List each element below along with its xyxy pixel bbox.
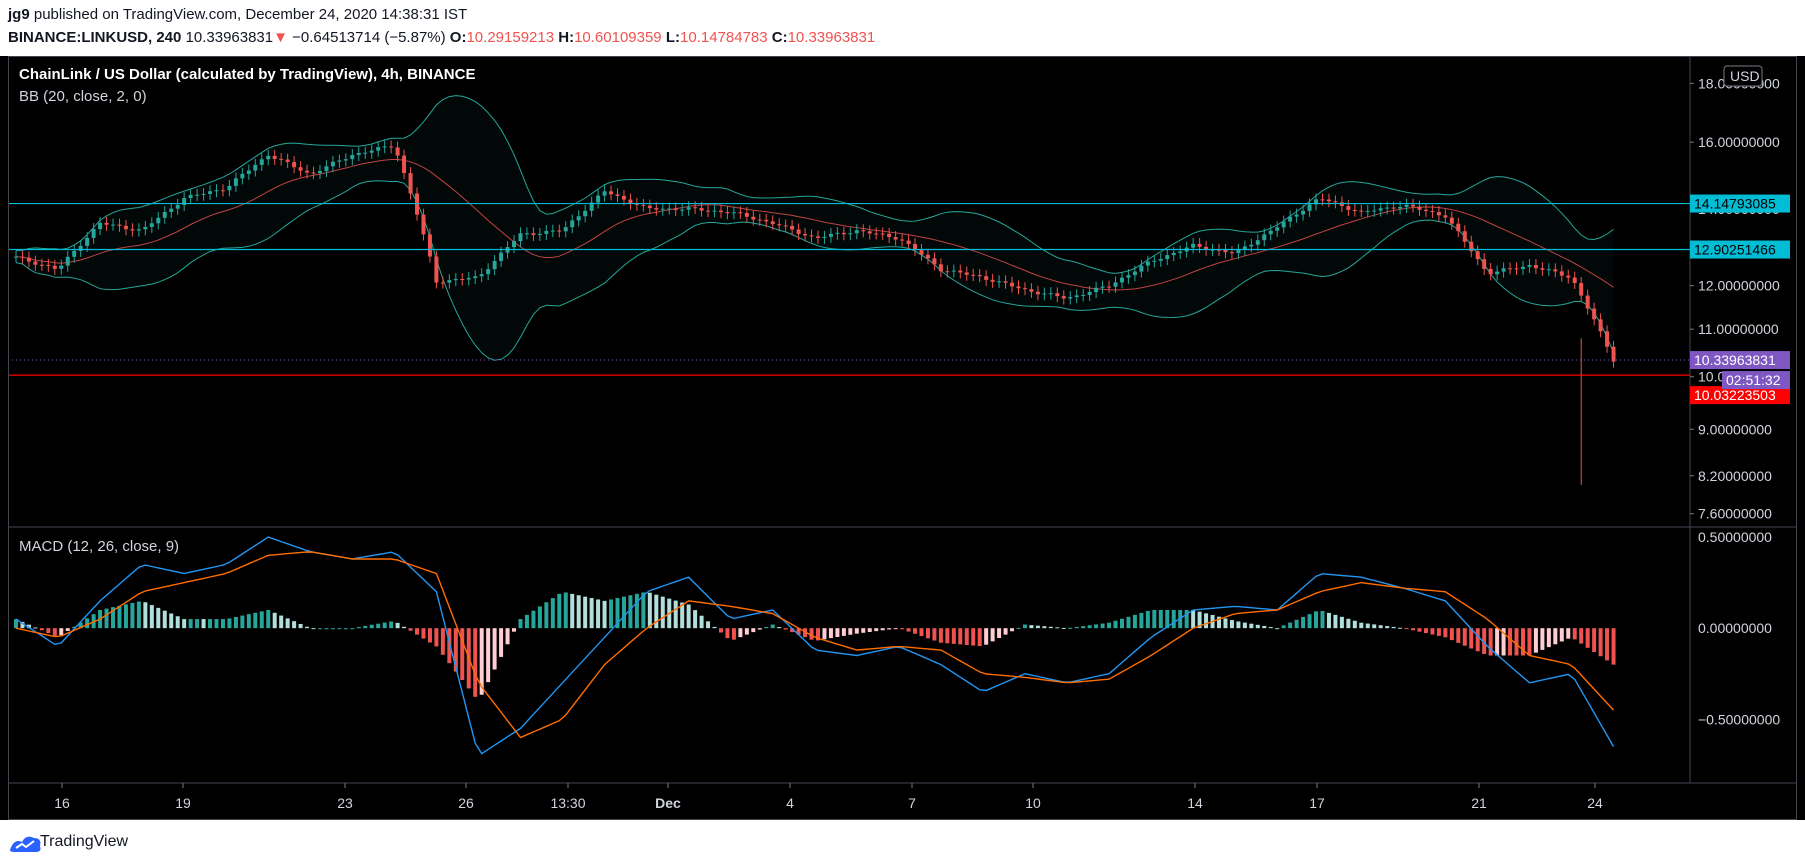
chart-frame	[8, 56, 1797, 820]
brand-name: TradingView	[40, 833, 129, 850]
legend-title: ChainLink / US Dollar (calculated by Tra…	[19, 66, 476, 83]
legend-macd[interactable]: MACD (12, 26, close, 9)	[19, 538, 179, 555]
legend-bb[interactable]: BB (20, close, 2, 0)	[19, 88, 147, 105]
tradingview-logo-icon	[10, 836, 41, 852]
footer: TradingView	[0, 820, 1805, 867]
